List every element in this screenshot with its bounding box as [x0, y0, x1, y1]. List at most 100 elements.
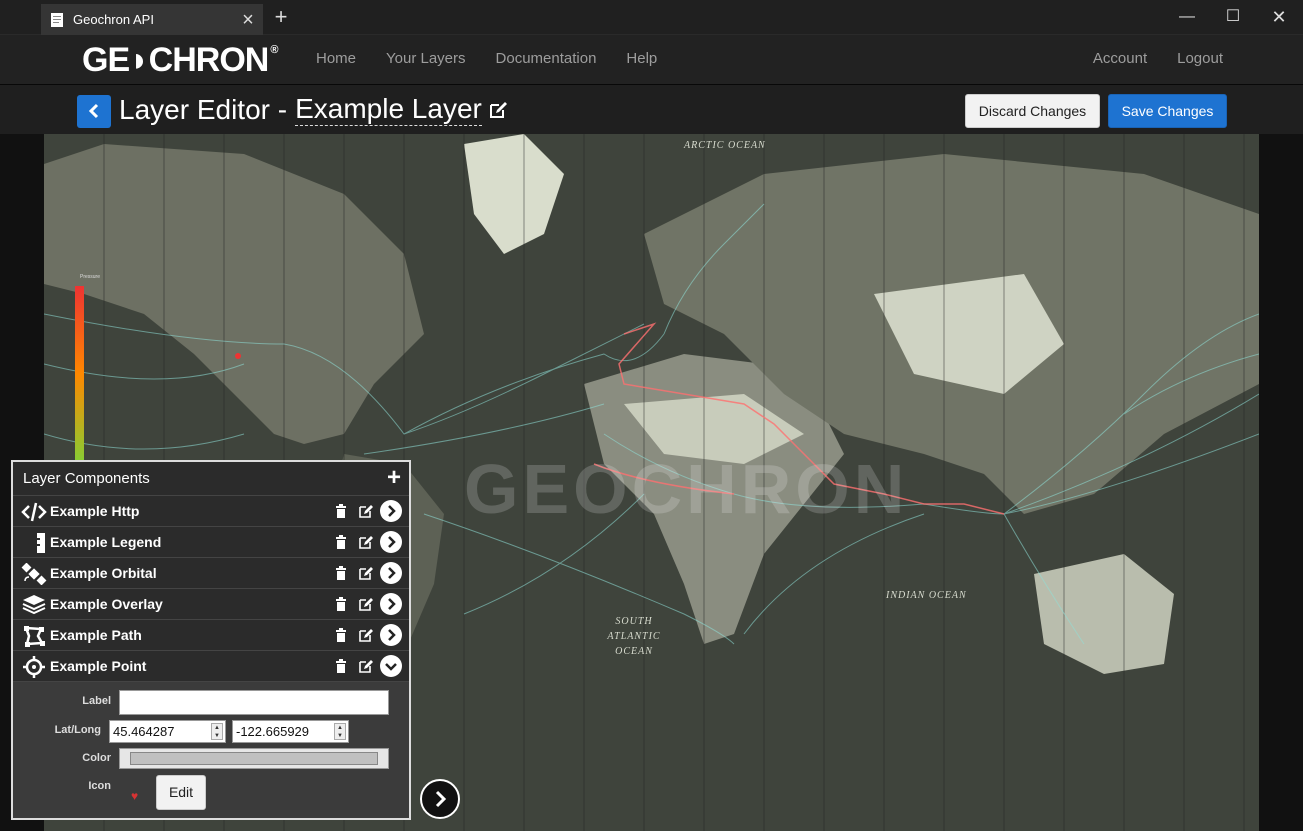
color-field-label: Color	[82, 752, 111, 764]
pressure-legend-label: Pressure	[80, 274, 100, 280]
nav-logout[interactable]: Logout	[1177, 35, 1223, 85]
nav-account-links: Account Logout	[1063, 35, 1223, 85]
component-row-point[interactable]: Example Point	[13, 651, 409, 682]
browser-tab[interactable]: Geochron API ×	[41, 4, 263, 35]
editor-header: Layer Editor - Example Layer Discard Cha…	[0, 85, 1303, 134]
chevron-right-icon	[388, 629, 396, 641]
ocean-label-arctic: ARCTIC OCEAN	[684, 140, 766, 151]
satellite-icon	[21, 563, 47, 585]
layer-name-editable[interactable]: Example Layer	[295, 93, 482, 126]
maximize-icon[interactable]: ☐	[1210, 4, 1256, 30]
title-prefix: Layer Editor -	[119, 93, 288, 125]
latitude-spinner[interactable]: ▲ ▼	[211, 723, 223, 740]
trash-icon[interactable]	[334, 534, 348, 550]
collapse-component-button[interactable]	[380, 655, 402, 677]
component-name: Example Legend	[50, 534, 162, 550]
ocean-label-indian: INDIAN OCEAN	[886, 590, 967, 601]
panel-title: Layer Components	[23, 470, 150, 487]
longitude-spinner[interactable]: ▲ ▼	[334, 723, 346, 740]
edit-icon[interactable]	[358, 534, 374, 550]
point-marker[interactable]	[235, 353, 241, 359]
discard-changes-button[interactable]: Discard Changes	[965, 94, 1100, 128]
edit-icon[interactable]	[358, 503, 374, 519]
window-close-icon[interactable]: ✕	[1256, 4, 1302, 30]
chevron-left-icon	[88, 103, 99, 119]
edit-icon-button[interactable]: Edit	[156, 775, 206, 810]
layers-icon	[22, 595, 46, 615]
nav-main-links: Home Your Layers Documentation Help	[316, 35, 687, 85]
label-field-label: Label	[82, 695, 111, 707]
chevron-right-icon	[435, 790, 447, 808]
path-icon	[24, 626, 45, 647]
longitude-value: -122.665929	[236, 724, 310, 739]
open-component-button[interactable]	[380, 500, 402, 522]
edit-icon[interactable]	[358, 565, 374, 581]
nav-your-layers[interactable]: Your Layers	[386, 35, 466, 85]
chevron-right-icon	[388, 598, 396, 610]
logo-text: GE◗CHRON	[82, 40, 269, 79]
component-row-http[interactable]: Example Http	[13, 496, 409, 527]
chevron-right-icon	[388, 536, 396, 548]
nav-home[interactable]: Home	[316, 35, 356, 85]
edit-icon[interactable]	[358, 658, 374, 674]
open-component-button[interactable]	[380, 531, 402, 553]
longitude-input[interactable]: -122.665929 ▲ ▼	[232, 720, 349, 743]
latlong-field-label: Lat/Long	[54, 724, 101, 736]
code-icon	[21, 502, 47, 522]
component-row-overlay[interactable]: Example Overlay	[13, 589, 409, 620]
color-picker[interactable]	[119, 748, 389, 769]
map-watermark: GEOCHRON	[464, 450, 909, 528]
edit-icon[interactable]	[358, 596, 374, 612]
minimize-icon[interactable]: —	[1164, 4, 1210, 30]
page-icon	[51, 12, 63, 27]
component-row-legend[interactable]: Example Legend	[13, 527, 409, 558]
app-window: Geochron API × + — ☐ ✕ GE◗CHRON ® Home Yo…	[0, 0, 1303, 831]
component-row-orbital[interactable]: Example Orbital	[13, 558, 409, 589]
registered-mark: ®	[270, 44, 278, 56]
edit-icon[interactable]	[358, 627, 374, 643]
color-preview	[130, 752, 378, 765]
new-tab-button[interactable]: +	[270, 6, 292, 28]
crosshair-icon	[23, 656, 45, 678]
trash-icon[interactable]	[334, 627, 348, 643]
trash-icon[interactable]	[334, 596, 348, 612]
chevron-down-icon	[385, 663, 397, 671]
nav-account[interactable]: Account	[1093, 35, 1147, 85]
component-name: Example Overlay	[50, 596, 163, 612]
icon-field-label: Icon	[88, 780, 111, 792]
ocean-label-south-atlantic: SOUTH ATLANTIC OCEAN	[607, 616, 661, 657]
trash-icon[interactable]	[334, 658, 348, 674]
add-component-button[interactable]: +	[387, 465, 401, 491]
browser-titlebar: Geochron API × + — ☐ ✕	[0, 0, 1303, 35]
component-name: Example Path	[50, 627, 142, 643]
site-navbar: GE◗CHRON ® Home Your Layers Documentation…	[0, 35, 1303, 85]
panel-header: Layer Components +	[13, 462, 409, 496]
heart-icon: ♥	[131, 789, 139, 803]
label-input[interactable]	[119, 690, 389, 715]
tab-title: Geochron API	[73, 12, 154, 27]
nav-help[interactable]: Help	[626, 35, 657, 85]
open-component-button[interactable]	[380, 593, 402, 615]
component-name: Example Http	[50, 503, 140, 519]
latitude-input[interactable]: 45.464287 ▲ ▼	[109, 720, 226, 743]
legend-icon	[37, 533, 45, 553]
layer-components-panel: Layer Components + Example Http Example …	[11, 460, 411, 820]
geochron-logo[interactable]: GE◗CHRON ®	[82, 40, 278, 79]
component-name: Example Orbital	[50, 565, 157, 581]
trash-icon[interactable]	[334, 565, 348, 581]
chevron-right-icon	[388, 567, 396, 579]
close-tab-icon[interactable]: ×	[237, 10, 259, 30]
point-details-form: Label Lat/Long 45.464287 ▲ ▼ -122.665929 …	[13, 682, 409, 818]
trash-icon[interactable]	[334, 503, 348, 519]
chevron-right-icon	[388, 505, 396, 517]
open-component-button[interactable]	[380, 624, 402, 646]
back-button[interactable]	[77, 95, 111, 128]
nav-documentation[interactable]: Documentation	[496, 35, 597, 85]
page-title: Layer Editor - Example Layer	[119, 93, 508, 126]
edit-icon[interactable]	[488, 100, 508, 120]
latitude-value: 45.464287	[113, 724, 175, 739]
next-panel-button[interactable]	[420, 779, 460, 819]
save-changes-button[interactable]: Save Changes	[1108, 94, 1227, 128]
component-row-path[interactable]: Example Path	[13, 620, 409, 651]
open-component-button[interactable]	[380, 562, 402, 584]
